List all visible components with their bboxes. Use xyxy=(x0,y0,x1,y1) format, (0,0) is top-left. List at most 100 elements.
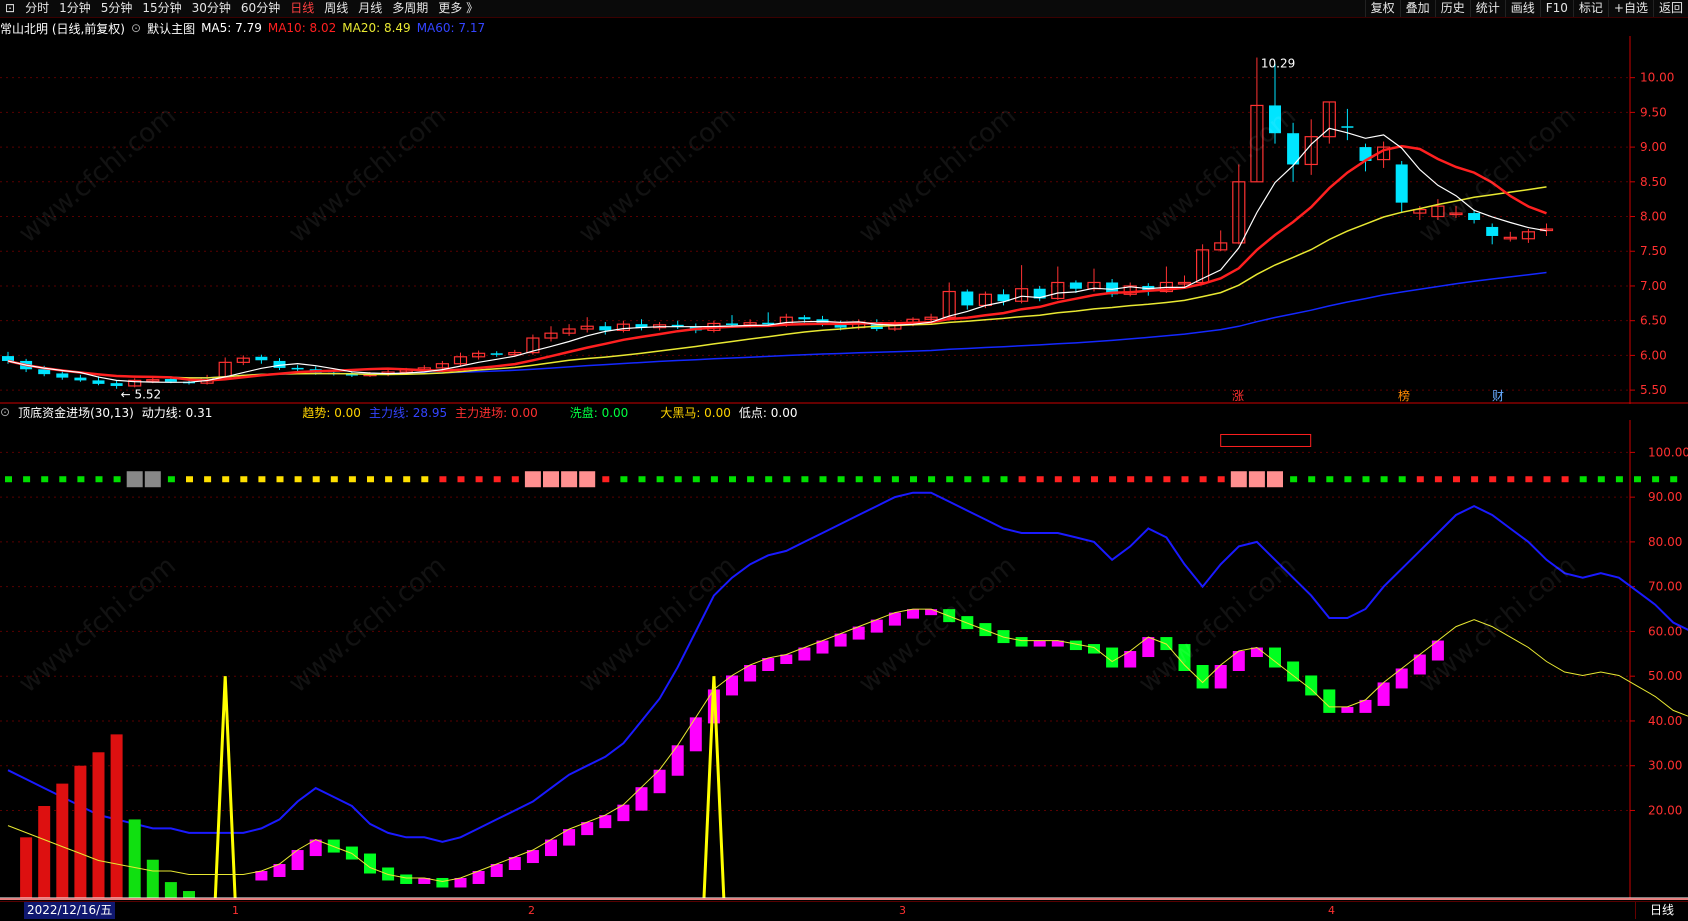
status-dot xyxy=(1199,476,1207,483)
status-dot xyxy=(1018,476,1026,483)
toolbar-right-group: 复权 叠加 历史 统计 画线 F10 标记 +自选 返回 xyxy=(1364,0,1688,17)
status-dot xyxy=(1054,476,1062,483)
y-tick-label: 60.00 xyxy=(1648,624,1682,638)
candle-body xyxy=(1269,105,1281,134)
main-chart-info: 常山北明 (日线,前复权) ⊙ 默认主图 MA5: 7.79 MA10: 8.0… xyxy=(0,20,491,36)
toolbar-button[interactable]: F10 xyxy=(1539,0,1573,17)
histogram-bar xyxy=(689,717,702,752)
toolbar-button[interactable]: 画线 xyxy=(1504,0,1540,17)
period-button[interactable]: 60分钟 xyxy=(236,0,285,17)
menu-icon[interactable]: ⊡ xyxy=(0,0,20,17)
status-dot xyxy=(5,476,12,483)
candle-body xyxy=(961,291,974,306)
top-toolbar: ⊡ 分时 1分钟 5分钟 15分钟 30分钟 60分钟 日线 周线 月线 多周期 更多 》 复权 叠加 历史… xyxy=(0,0,1688,18)
status-dot xyxy=(1579,476,1587,483)
histogram-bar xyxy=(1341,706,1354,713)
month-tick: 2 xyxy=(528,904,535,917)
status-dot xyxy=(1072,476,1080,483)
zhuli-line-value: 主力线: 28.95 xyxy=(368,405,448,420)
status-dot xyxy=(23,476,31,483)
histogram-bar xyxy=(454,877,467,888)
indicator-settings-icon[interactable]: ⊙ xyxy=(0,405,10,419)
status-dot xyxy=(783,476,791,483)
status-dot xyxy=(710,476,718,483)
toolbar-button[interactable]: 历史 xyxy=(1434,0,1470,17)
candle-body xyxy=(1486,226,1499,236)
candle-body xyxy=(164,379,177,382)
candlestick-chart[interactable]: 5.50 6.00 6.50 7.00 7.50 8.00 8.50 9.00 9.50 10.0… xyxy=(0,36,1688,404)
time-axis-bar xyxy=(0,901,1688,921)
period-button[interactable]: 多周期 xyxy=(387,0,433,17)
status-dot xyxy=(222,476,230,483)
low-label: ← 5.52 xyxy=(121,388,162,402)
status-dot xyxy=(1000,476,1008,483)
period-button[interactable]: 1分钟 xyxy=(54,0,96,17)
status-dot xyxy=(1109,476,1117,483)
status-dot xyxy=(294,476,302,483)
bottom-column xyxy=(56,783,69,900)
candle-body xyxy=(110,383,123,386)
status-dot xyxy=(1597,476,1605,483)
status-dot xyxy=(1634,476,1641,483)
status-dot xyxy=(1380,476,1388,483)
toolbar-button[interactable]: 标记 xyxy=(1572,0,1608,17)
bottom-column xyxy=(38,806,51,900)
bottom-column xyxy=(146,859,159,900)
template-name[interactable]: 默认主图 xyxy=(147,20,195,37)
period-button[interactable]: 更多 》 xyxy=(433,0,483,17)
period-button[interactable]: 5分钟 xyxy=(96,0,138,17)
status-dot xyxy=(620,476,628,483)
candle-body xyxy=(1069,282,1082,289)
month-tick: 1 xyxy=(232,904,239,917)
y-tick-label: 80.00 xyxy=(1648,535,1682,549)
status-dot xyxy=(801,476,809,483)
status-dot xyxy=(77,476,85,483)
y-tick-label: 6.00 xyxy=(1640,348,1667,362)
period-button[interactable]: 周线 xyxy=(319,0,353,17)
status-dot xyxy=(312,476,320,483)
status-dot xyxy=(1543,476,1551,483)
period-tab-daily[interactable]: 日线 xyxy=(1635,902,1688,919)
toolbar-button[interactable]: 复权 xyxy=(1364,0,1400,17)
signal-block xyxy=(543,471,559,488)
stock-title[interactable]: 常山北明 (日线,前复权) xyxy=(0,20,125,37)
event-mark: 涨 xyxy=(1232,388,1244,403)
status-dot xyxy=(1181,476,1189,483)
period-button[interactable]: 30分钟 xyxy=(187,0,236,17)
candle-body xyxy=(599,326,612,331)
period-button[interactable]: 分时 xyxy=(20,0,54,17)
ma10-value: MA10: 8.02 xyxy=(267,21,337,35)
status-dot xyxy=(946,476,954,483)
status-dot xyxy=(674,476,682,483)
candle-body xyxy=(490,353,503,355)
period-button[interactable]: 日线 xyxy=(285,0,319,17)
toolbar-button[interactable]: 返回 xyxy=(1652,0,1688,17)
candle-body xyxy=(74,377,87,381)
y-tick-label: 9.00 xyxy=(1640,140,1667,154)
zhuli-jinchang-value: 主力进场: 0.00 xyxy=(455,405,538,420)
period-button[interactable]: 15分钟 xyxy=(137,0,186,17)
toolbar-button[interactable]: +自选 xyxy=(1607,0,1653,17)
histogram-bar xyxy=(364,853,376,874)
status-dot xyxy=(729,476,736,483)
period-button[interactable]: 月线 xyxy=(353,0,387,17)
status-dot xyxy=(1453,476,1460,483)
status-dot xyxy=(1145,476,1153,483)
indicator-name[interactable]: 顶底资金进场(30,13) xyxy=(18,404,134,421)
candle-body xyxy=(38,369,51,375)
status-dot xyxy=(638,476,646,483)
status-dot xyxy=(1471,476,1479,483)
status-dot xyxy=(964,476,972,483)
candle-body xyxy=(56,373,69,378)
status-dot xyxy=(41,476,49,483)
candle-body xyxy=(92,380,105,384)
y-tick-label: 30.00 xyxy=(1648,759,1682,773)
bottom-column xyxy=(128,819,141,900)
toolbar-button[interactable]: 叠加 xyxy=(1399,0,1435,17)
indicator-chart[interactable]: 20.00 30.00 40.00 50.00 60.00 70.00 80.00 90.00… xyxy=(0,420,1688,900)
toolbar-button[interactable]: 统计 xyxy=(1469,0,1505,17)
template-dropdown-icon[interactable]: ⊙ xyxy=(131,21,141,35)
status-dot xyxy=(982,476,990,483)
bottom-column xyxy=(20,837,33,900)
status-dot xyxy=(1561,476,1569,483)
